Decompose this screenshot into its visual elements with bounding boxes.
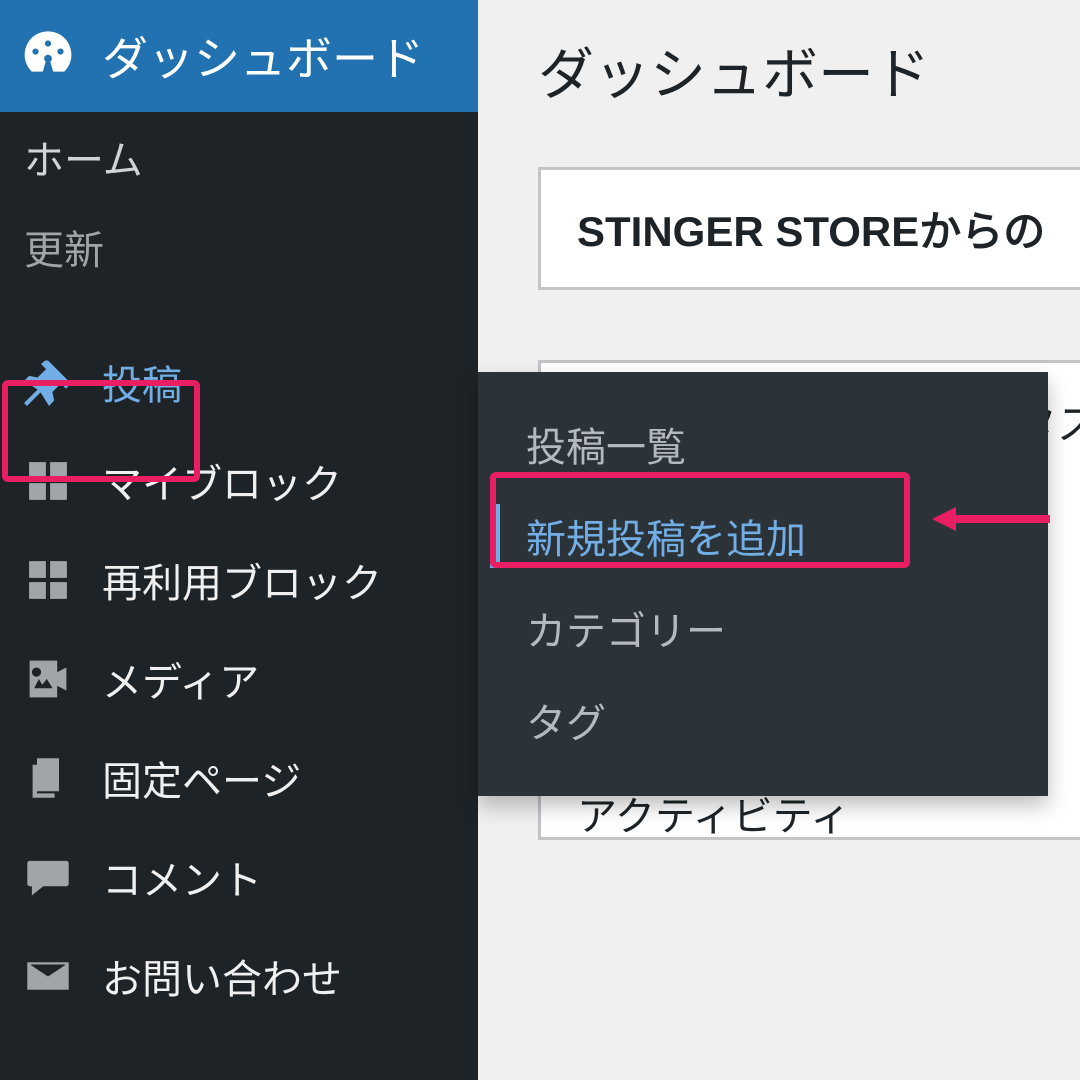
pages-icon	[18, 748, 78, 808]
sidebar-subitem-updates[interactable]: 更新	[0, 202, 478, 292]
grid-icon	[18, 451, 78, 511]
sidebar-item-pages[interactable]: 固定ページ	[0, 728, 478, 827]
gauge-icon	[18, 26, 78, 86]
flyout-item-tags[interactable]: タグ	[478, 674, 1048, 766]
flyout-label-tags: タグ	[526, 691, 606, 749]
sidebar-label-home: ホーム	[24, 128, 143, 186]
mail-icon	[18, 946, 78, 1006]
sidebar-label-media: メディア	[102, 650, 259, 708]
flyout-label-list: 投稿一覧	[526, 415, 686, 473]
sidebar-label-myblock: マイブロック	[102, 452, 342, 510]
sidebar-item-reusable[interactable]: 再利用ブロック	[0, 530, 478, 629]
pin-icon	[18, 352, 78, 412]
admin-sidebar: ダッシュボード ホーム 更新 投稿 マイブロック	[0, 0, 478, 1080]
flyout-item-categories[interactable]: カテゴリー	[478, 582, 1048, 674]
sidebar-label-dashboard: ダッシュボード	[102, 23, 424, 89]
notice-text: STINGER STOREからの	[577, 208, 1045, 255]
flyout-label-categories: カテゴリー	[526, 599, 726, 657]
sidebar-item-posts[interactable]: 投稿	[0, 332, 478, 431]
comment-icon	[18, 847, 78, 907]
page-title: ダッシュボード	[538, 30, 1080, 111]
flyout-label-new: 新規投稿を追加	[526, 507, 806, 565]
sidebar-item-comments[interactable]: コメント	[0, 827, 478, 926]
sidebar-item-dashboard[interactable]: ダッシュボード	[0, 0, 478, 112]
sidebar-label-reusable: 再利用ブロック	[102, 551, 382, 609]
posts-flyout: 投稿一覧 新規投稿を追加 カテゴリー タグ	[478, 372, 1048, 796]
media-icon	[18, 649, 78, 709]
sidebar-item-contact[interactable]: お問い合わせ	[0, 926, 478, 1025]
sidebar-label-comments: コメント	[102, 848, 262, 906]
sidebar-label-pages: 固定ページ	[102, 749, 301, 807]
sidebar-item-media[interactable]: メディア	[0, 629, 478, 728]
notice-panel: STINGER STOREからの	[538, 167, 1080, 290]
sidebar-label-posts: 投稿	[102, 353, 182, 411]
sidebar-separator	[0, 292, 478, 332]
sidebar-subitem-home[interactable]: ホーム	[0, 112, 478, 202]
flyout-item-new[interactable]: 新規投稿を追加	[478, 490, 1048, 582]
flyout-item-list[interactable]: 投稿一覧	[478, 398, 1048, 490]
sidebar-item-myblock[interactable]: マイブロック	[0, 431, 478, 530]
sidebar-label-updates: 更新	[24, 218, 104, 276]
sidebar-label-contact: お問い合わせ	[102, 947, 342, 1005]
grid-icon	[18, 550, 78, 610]
